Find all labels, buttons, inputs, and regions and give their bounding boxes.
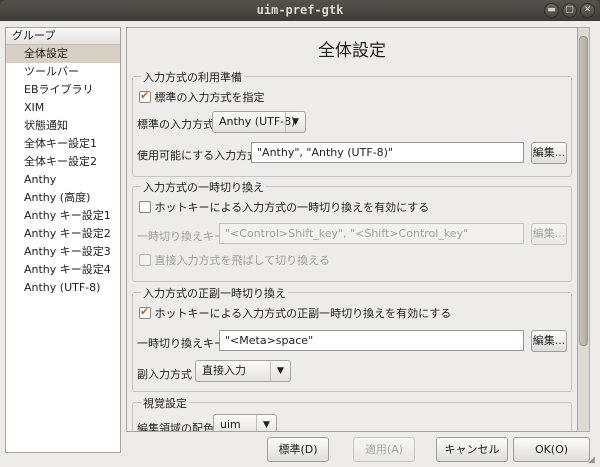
resize-grip-icon[interactable]: ◢ <box>588 455 598 465</box>
im-setup-frame-label: 入力方式の利用準備 <box>141 69 244 85</box>
temp-switch-enable-row: ホットキーによる入力方式の一時切り換えを有効にする <box>139 199 429 215</box>
sidebar-item-xim[interactable]: XIM <box>6 99 120 117</box>
sub-im-combo[interactable]: 直接入力 ▼ <box>195 360 291 382</box>
enabled-im-field[interactable]: "Anthy", "Anthy (UTF-8)" <box>251 142 524 163</box>
sidebar-item-eb-library[interactable]: EBライブラリ <box>6 81 120 99</box>
visual-frame-label: 視覚設定 <box>141 395 189 411</box>
default-button[interactable]: 標準(D) <box>267 437 329 462</box>
minimize-icon: ▬ <box>547 5 556 15</box>
sidebar-item-anthy-utf8[interactable]: Anthy (UTF-8) <box>6 279 120 297</box>
edit-color-combo[interactable]: uim ▼ <box>213 414 277 431</box>
page-title: 全体設定 <box>318 41 386 61</box>
apply-button[interactable]: 適用(A) <box>353 437 415 462</box>
edit-color-label: 編集領域の配色 <box>137 422 214 432</box>
sub-im-enable-checkbox[interactable] <box>139 305 151 319</box>
scrollbar-thumb[interactable] <box>579 36 588 346</box>
sub-im-enable-label: ホットキーによる入力方式の正副一時切り換えを有効にする <box>154 307 452 320</box>
use-default-im-checkbox[interactable] <box>139 89 151 103</box>
vertical-scrollbar[interactable] <box>578 27 590 432</box>
sidebar-item-anthy-keys1[interactable]: Anthy キー設定1 <box>6 207 120 225</box>
close-icon: ✕ <box>583 5 592 15</box>
temp-switch-frame-label: 入力方式の一時切り換え <box>141 179 266 195</box>
cancel-button[interactable]: キャンセル(C) <box>436 437 508 467</box>
sub-im-key-field[interactable]: "<Meta>space" <box>219 330 524 351</box>
skip-direct-label: 直接入力方式を飛ばして切り換える <box>154 254 330 267</box>
skip-direct-checkbox[interactable] <box>139 254 151 266</box>
ok-button[interactable]: OK(O) <box>513 437 590 462</box>
sidebar-item-global[interactable]: 全体設定 <box>6 45 120 63</box>
chevron-down-icon: ▼ <box>270 361 290 381</box>
enabled-im-edit-button[interactable]: 編集... <box>531 142 567 164</box>
sub-im-enable-row: ホットキーによる入力方式の正副一時切り換えを有効にする <box>139 305 451 321</box>
sidebar-item-toolbar[interactable]: ツールバー <box>6 63 120 81</box>
maximize-button[interactable]: ▢ <box>562 3 577 18</box>
sidebar-item-anthy[interactable]: Anthy <box>6 171 120 189</box>
sidebar-item-anthy-keys2[interactable]: Anthy キー設定2 <box>6 225 120 243</box>
default-im-combo[interactable]: Anthy (UTF-8) ▼ <box>212 111 306 133</box>
sidebar-item-anthy-keys3[interactable]: Anthy キー設定3 <box>6 243 120 261</box>
sidebar-item-global-keys1[interactable]: 全体キー設定1 <box>6 135 120 153</box>
title-bar: uim-pref-gtk ▬ ▢ ✕ <box>0 0 600 21</box>
sidebar-item-status[interactable]: 状態通知 <box>6 117 120 135</box>
temp-switch-frame: 入力方式の一時切り換え ホットキーによる入力方式の一時切り換えを有効にする 一時… <box>132 179 572 282</box>
group-list: グループ 全体設定 ツールバー EBライブラリ XIM 状態通知 全体キー設定1… <box>5 27 121 453</box>
visual-frame: 視覚設定 編集領域の配色 uim ▼ <box>132 395 572 432</box>
temp-switch-edit-button[interactable]: 編集... <box>531 223 567 245</box>
main-window: グループ 全体設定 ツールバー EBライブラリ XIM 状態通知 全体キー設定1… <box>0 21 600 467</box>
group-list-header[interactable]: グループ <box>6 28 120 45</box>
maximize-icon: ▢ <box>565 5 574 15</box>
sidebar-item-anthy-advanced[interactable]: Anthy (高度) <box>6 189 120 207</box>
skip-direct-row: 直接入力方式を飛ばして切り換える <box>139 252 330 268</box>
chevron-down-icon: ▼ <box>285 112 305 132</box>
default-im-label: 標準の入力方式 <box>137 118 214 131</box>
sub-im-value: 直接入力 <box>202 364 246 377</box>
sub-im-key-label: 一時切り換えキー <box>137 337 225 350</box>
default-im-value: Anthy (UTF-8) <box>219 115 296 128</box>
minimize-button[interactable]: ▬ <box>544 3 559 18</box>
sidebar-item-anthy-keys4[interactable]: Anthy キー設定4 <box>6 261 120 279</box>
im-setup-frame: 入力方式の利用準備 標準の入力方式を指定 標準の入力方式 Anthy (UTF-… <box>132 69 572 177</box>
sub-im-frame: 入力方式の正副一時切り換え ホットキーによる入力方式の正副一時切り換えを有効にす… <box>132 285 572 392</box>
close-button[interactable]: ✕ <box>580 3 595 18</box>
temp-switch-enable-checkbox[interactable] <box>139 201 151 213</box>
chevron-down-icon: ▼ <box>256 415 276 431</box>
use-default-im-label: 標準の入力方式を指定 <box>154 91 265 104</box>
window-controls: ▬ ▢ ✕ <box>544 3 595 18</box>
use-default-im-row: 標準の入力方式を指定 <box>139 89 265 105</box>
temp-switch-key-label: 一時切り換えキー <box>137 230 225 243</box>
temp-switch-key-field[interactable]: "<Control>Shift_key", "<Shift>Control_ke… <box>219 223 524 244</box>
enabled-im-label: 使用可能にする入力方式 <box>137 149 259 162</box>
temp-switch-enable-label: ホットキーによる入力方式の一時切り換えを有効にする <box>154 201 430 214</box>
sub-im-edit-button[interactable]: 編集... <box>531 330 567 352</box>
sidebar-item-global-keys2[interactable]: 全体キー設定2 <box>6 153 120 171</box>
sub-im-label: 副入力方式 <box>137 368 192 381</box>
window-title: uim-pref-gtk <box>256 3 344 17</box>
settings-panel: 全体設定 入力方式の利用準備 標準の入力方式を指定 標準の入力方式 Anthy … <box>126 27 578 432</box>
edit-color-value: uim <box>220 418 241 431</box>
sub-im-frame-label: 入力方式の正副一時切り換え <box>141 285 288 301</box>
